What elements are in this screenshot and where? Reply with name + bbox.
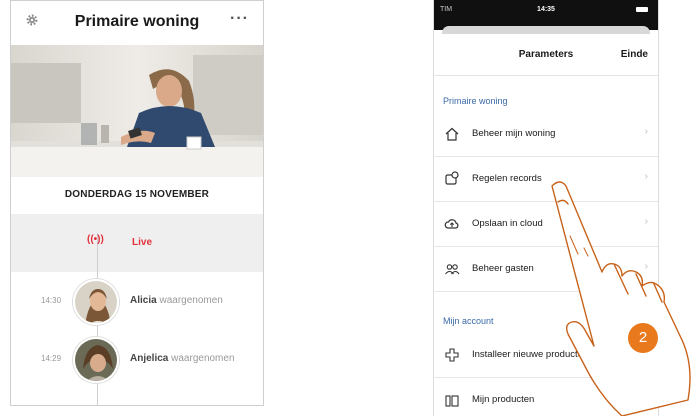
home-icon (445, 127, 459, 141)
visitor-name: Anjelica (130, 353, 169, 364)
event-time: 14:30 (41, 296, 62, 305)
guests-icon (445, 264, 460, 275)
menu-item-label: Beheer mijn woning (472, 128, 556, 139)
event-description: Anjelica waargenomen (130, 353, 235, 364)
menu-item-label: Opslaan in cloud (472, 218, 543, 229)
instruction-illustration: Primaire woning ··· DONDERDAG 15 NOVEMBE… (0, 0, 697, 416)
event-time: 14:29 (41, 354, 62, 363)
menu-item-install-products[interactable]: Installeer nieuwe producten › (434, 333, 658, 378)
divider (434, 75, 658, 76)
menu-item-label: Regelen records (472, 173, 542, 184)
avatar (73, 337, 119, 383)
event-item[interactable]: 14:29 Anjelica waargenomen (11, 335, 263, 383)
menu-item-my-products[interactable]: Mijn producten › (434, 378, 658, 416)
home-screen-phone: Primaire woning ··· DONDERDAG 15 NOVEMBE… (10, 0, 264, 406)
battery-icon (636, 7, 648, 12)
products-icon (445, 395, 459, 407)
menu-item-label: Installeer nieuwe producten (472, 349, 589, 360)
add-product-icon (445, 348, 459, 362)
record-settings-icon (445, 171, 459, 185)
chevron-right-icon: › (644, 392, 648, 403)
section-title-account: Mijn account (443, 316, 494, 326)
status-time: 14:35 (537, 6, 555, 13)
parameters-screen-phone: TIM 14:35 Parameters Einde Primaire woni… (433, 0, 659, 416)
visitor-name: Alicia (130, 295, 157, 306)
kitchen-photo (11, 45, 263, 177)
menu-item-cloud-storage[interactable]: Opslaan in cloud › (434, 202, 658, 247)
menu-item-label: Beheer gasten (472, 263, 534, 274)
menu-item-manage-guests[interactable]: Beheer gasten › (434, 247, 658, 292)
live-label[interactable]: Live (132, 237, 152, 248)
chevron-right-icon: › (644, 216, 648, 227)
home-title: Primaire woning (74, 13, 200, 30)
menu-item-label: Mijn producten (472, 394, 535, 405)
event-action: waargenomen (171, 353, 235, 364)
date-heading: DONDERDAG 15 NOVEMBER (64, 189, 210, 200)
chevron-right-icon: › (644, 126, 648, 137)
header-bar: Primaire woning ··· (11, 1, 263, 45)
event-description: Alicia waargenomen (130, 295, 223, 306)
chevron-right-icon: › (644, 261, 648, 272)
avatar (73, 279, 119, 325)
step-number-badge: 2 (628, 323, 658, 353)
event-action: waargenomen (159, 295, 223, 306)
cloud-upload-icon (444, 219, 459, 229)
event-item[interactable]: 14:30 Alicia waargenomen (11, 277, 263, 325)
menu-item-record-settings[interactable]: Regelen records › (434, 157, 658, 202)
chevron-right-icon: › (644, 171, 648, 182)
done-button[interactable]: Einde (621, 49, 648, 60)
more-dots-icon[interactable]: ··· (230, 10, 249, 28)
live-broadcast-icon: ((•)) (87, 234, 104, 245)
section-title-home: Primaire woning (443, 96, 508, 106)
camera-snapshot-image[interactable] (11, 45, 263, 177)
menu-item-manage-home[interactable]: Beheer mijn woning › (434, 112, 658, 157)
